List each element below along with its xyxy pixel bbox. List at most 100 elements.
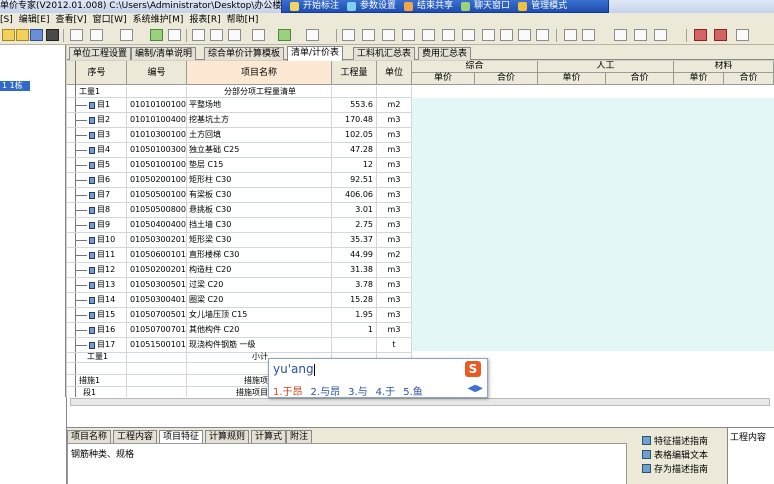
copy-icon[interactable] xyxy=(210,29,223,41)
undo-icon[interactable] xyxy=(192,29,205,41)
tab-item-features[interactable]: 项目特征 xyxy=(159,430,204,443)
lock-icon[interactable] xyxy=(500,29,513,41)
layout-icon[interactable] xyxy=(342,29,355,41)
calc-icon[interactable] xyxy=(482,29,495,41)
tab-unit-settings[interactable]: 单位工程设置 xyxy=(69,47,132,60)
columns-icon[interactable] xyxy=(362,29,375,41)
col-header-mat-total[interactable]: 合价 xyxy=(724,73,774,85)
chat-window-button[interactable]: 聊天窗口 xyxy=(461,0,510,13)
start-annotation-button[interactable]: 开始标注 xyxy=(290,0,339,13)
col-header-code[interactable]: 编号 xyxy=(127,61,187,85)
page-arrows-icon[interactable]: ◀▶ xyxy=(468,383,483,394)
menu-help[interactable]: 帮助[H] xyxy=(227,14,259,26)
menu-window[interactable]: 窗口[W] xyxy=(93,14,127,26)
panel-icon[interactable] xyxy=(582,29,595,41)
tab-cost-summary[interactable]: 费用汇总表 xyxy=(418,47,472,60)
tab-calc-rules[interactable]: 计算规则 xyxy=(205,430,250,443)
save-icon[interactable] xyxy=(30,29,43,41)
menu-edit[interactable]: 编辑[E] xyxy=(19,14,50,26)
menu-report[interactable]: 报表[R] xyxy=(189,14,220,26)
ime-candidate[interactable]: 4.于 xyxy=(376,383,396,398)
horizontal-scrollbar[interactable] xyxy=(67,397,774,427)
edit-icon[interactable] xyxy=(278,29,291,41)
table-row[interactable]: 目4 010501003004 独立基础 C25 47.28 m3 xyxy=(67,143,774,158)
admin-mode-button[interactable]: 管理模式 xyxy=(518,0,567,13)
menu-file[interactable]: [S] xyxy=(0,14,13,26)
settings-button[interactable]: 参数设置 xyxy=(347,0,396,13)
outdent-icon[interactable] xyxy=(442,29,455,41)
tree-selected-node[interactable]: 1 1栋 xyxy=(0,81,30,91)
ime-candidate[interactable]: 3.与 xyxy=(348,383,368,398)
ime-candidate[interactable]: 2.与昂 xyxy=(311,383,341,398)
table-row[interactable]: 目3 010103001003 土方回填 102.05 m3 xyxy=(67,128,774,143)
tab-material-summary[interactable]: 工料机汇总表 xyxy=(353,47,416,60)
table-row[interactable]: 目16 010507007016 其他构件 C20 1 m3 xyxy=(67,323,774,338)
tab-bill-pricing[interactable]: 清单/计价表 xyxy=(287,46,344,61)
table-row[interactable]: 目1 010101001001 平整场地 553.6 m2 xyxy=(67,98,774,113)
grid-icon[interactable] xyxy=(120,29,133,41)
tab-work-content[interactable]: 工程内容 xyxy=(113,430,158,443)
col-header-name[interactable]: 项目名称 xyxy=(187,61,332,85)
table-row[interactable]: 目6 010502001006 矩形柱 C30 92.51 m3 xyxy=(67,173,774,188)
book-icon[interactable] xyxy=(714,29,727,41)
split-icon[interactable] xyxy=(382,29,395,41)
col-header-qty[interactable]: 工程量 xyxy=(332,61,377,85)
feature-text-area[interactable]: 钢筋种类、规格 xyxy=(67,443,627,484)
tab-item-name[interactable]: 项目名称 xyxy=(67,430,112,443)
table-row[interactable]: 目11 010506001011 直形楼梯 C30 44.99 m2 xyxy=(67,248,774,263)
filter-icon[interactable] xyxy=(252,29,265,41)
end-share-button[interactable]: 结束共享 xyxy=(404,0,453,13)
table-row[interactable]: 目9 010504004009 挡土墙 C30 2.75 m3 xyxy=(67,218,774,233)
sum-icon[interactable] xyxy=(462,29,475,41)
table-row-group[interactable]: 工量1 分部分项工程量清单 xyxy=(67,86,774,98)
open-folder-icon[interactable] xyxy=(16,29,29,41)
table-row[interactable]: 目15 010507005015 女儿墙压顶 C15 1.95 m3 xyxy=(67,308,774,323)
feature-guide-button[interactable]: 特征描述指南 xyxy=(642,433,727,447)
table-edit-button[interactable]: 表格编辑文本 xyxy=(642,447,727,461)
ime-candidate[interactable]: 1.于昂 xyxy=(273,383,303,398)
logo-icon[interactable] xyxy=(694,29,707,41)
ime-candidate[interactable]: 5.鱼 xyxy=(403,383,423,398)
table-row[interactable]: 目7 010505001007 有梁板 C30 406.06 m3 xyxy=(67,188,774,203)
table-row[interactable]: 目5 010501001005 垫层 C15 12 m3 xyxy=(67,158,774,173)
import-icon[interactable] xyxy=(46,29,59,41)
tab-list-notes[interactable]: 编制/清单说明 xyxy=(131,47,197,60)
table-row[interactable]: 目8 010505008008 悬挑板 C30 3.01 m3 xyxy=(67,203,774,218)
col-header-labor-unit[interactable]: 单价 xyxy=(538,73,606,85)
settings-icon[interactable] xyxy=(654,29,667,41)
list-icon[interactable] xyxy=(90,29,103,41)
printer-icon[interactable] xyxy=(736,29,749,41)
paste-icon[interactable] xyxy=(228,29,241,41)
add-row-icon[interactable] xyxy=(150,29,163,41)
indent-icon[interactable] xyxy=(422,29,435,41)
col-header-comp-total[interactable]: 合价 xyxy=(475,73,538,85)
table-row[interactable]: 目14 010503004014 圈梁 C20 15.28 m3 xyxy=(67,293,774,308)
table-row[interactable]: 目2 010101004002 挖基坑土方 170.48 m3 xyxy=(67,113,774,128)
menu-system[interactable]: 系统维护[M] xyxy=(133,14,184,26)
fit-icon[interactable] xyxy=(518,29,531,41)
print-icon[interactable] xyxy=(70,29,83,41)
expand-icon[interactable] xyxy=(536,29,549,41)
chart-icon[interactable] xyxy=(614,29,627,41)
new-file-icon[interactable] xyxy=(2,29,15,41)
col-header-mat-unit[interactable]: 单价 xyxy=(674,73,724,85)
ime-candidate-window: yu'ang S 1.于昂 2.与昂 3.与 4.于 5.鱼 ◀▶ xyxy=(268,358,488,398)
doc-icon[interactable] xyxy=(306,29,319,41)
table-row[interactable]: 目12 010502002012 构造柱 C20 31.38 m3 xyxy=(67,263,774,278)
col-header-labor-total[interactable]: 合价 xyxy=(606,73,674,85)
table-icon[interactable] xyxy=(168,29,181,41)
window-icon[interactable] xyxy=(564,29,577,41)
tab-price-template[interactable]: 综合单价计算模板 xyxy=(204,47,285,60)
ime-caret xyxy=(314,364,315,376)
col-header-unit[interactable]: 单位 xyxy=(377,61,412,85)
tab-notes[interactable]: 附注 xyxy=(286,430,313,443)
merge-icon[interactable] xyxy=(402,29,415,41)
menu-view[interactable]: 查看[V] xyxy=(55,14,86,26)
col-header-seq[interactable]: 序号 xyxy=(67,61,127,85)
col-header-comp-unit[interactable]: 单价 xyxy=(412,73,475,85)
save-guide-button[interactable]: 存为描述指南 xyxy=(642,461,727,475)
zoom-icon[interactable] xyxy=(634,29,647,41)
table-row[interactable]: 目10 010503002010 矩形梁 C30 35.37 m3 xyxy=(67,233,774,248)
tab-formula[interactable]: 计算式 xyxy=(251,430,287,443)
table-row[interactable]: 目13 010503005013 过梁 C20 3.78 m3 xyxy=(67,278,774,293)
